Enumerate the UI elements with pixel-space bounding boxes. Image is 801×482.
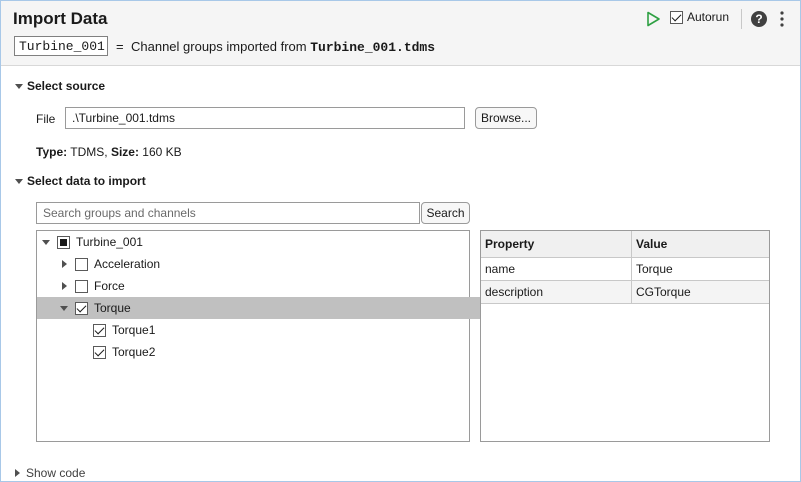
expand-down-icon[interactable] [59,305,69,311]
column-header-value[interactable]: Value [632,231,769,257]
type-value: TDMS, [70,145,108,159]
tree-node-label: Torque1 [112,323,156,337]
autorun-label: Autorun [687,10,730,24]
play-icon[interactable] [645,11,661,27]
table-cell: description [481,281,632,303]
tree-checkbox[interactable] [93,345,106,359]
output-description: Channel groups imported from Turbine_001… [131,39,435,55]
select-source-section-toggle[interactable]: Select source [15,79,105,93]
file-path-input[interactable]: .\Turbine_001.tdms [65,107,465,129]
table-row[interactable]: description CGTorque [481,281,769,304]
expand-down-icon[interactable] [41,239,51,245]
tree-node-torque[interactable]: Torque [37,297,491,319]
file-label: File [36,112,56,126]
select-data-label: Select data to import [27,174,146,188]
tree-checkbox[interactable] [75,257,88,271]
tree-node-acceleration[interactable]: Acceleration [37,253,491,275]
tree-checkbox[interactable] [57,235,70,249]
chevron-right-icon [15,469,20,477]
description-filename: Turbine_001.tdms [310,40,436,55]
table-cell: name [481,258,632,280]
expand-right-icon[interactable] [59,260,69,268]
select-data-section-toggle[interactable]: Select data to import [15,174,146,188]
table-cell: Torque [636,262,673,276]
import-data-panel: Import Data Turbine_001 = Channel groups… [0,0,801,482]
size-label: Size: [110,145,139,159]
output-variable-field[interactable]: Turbine_001 [14,36,108,56]
table-row[interactable]: name Torque [481,258,769,281]
chevron-down-icon [15,83,23,89]
tree-node-label: Turbine_001 [76,235,143,249]
tree-node-label: Force [94,279,125,293]
tree-node-label: Acceleration [94,257,161,271]
file-info: Type: TDMS, Size: 160 KB [36,145,182,159]
autorun-checkbox[interactable] [670,10,683,24]
table-header: Property Value [481,231,769,258]
type-label: Type: [36,145,68,159]
tree-node-torque1[interactable]: Torque1 [37,319,525,341]
browse-button[interactable]: Browse... [475,107,537,129]
tree-node-label: Torque2 [112,345,156,359]
tree-node-force[interactable]: Force [37,275,491,297]
more-vertical-icon[interactable] [779,9,785,29]
panel-header: Import Data Turbine_001 = Channel groups… [1,1,800,66]
show-code-label: Show code [26,466,86,480]
select-source-label: Select source [27,79,106,93]
size-value: 160 KB [142,145,182,159]
panel-title: Import Data [13,9,108,28]
channel-tree: Turbine_001 Acceleration Force Torque To… [36,230,491,442]
toolbar-divider [741,9,742,29]
table-cell: CGTorque [636,285,691,299]
column-header-property[interactable]: Property [481,231,632,257]
search-button[interactable]: Search [421,202,470,224]
tree-node-label: Torque [94,301,131,315]
expand-right-icon[interactable] [59,282,69,290]
description-prefix: Channel groups imported from [131,39,307,54]
equals-sign: = [116,39,124,54]
tree-checkbox[interactable] [93,323,106,337]
chevron-down-icon [15,178,23,184]
tree-checkbox[interactable] [75,279,88,293]
tree-node-turbine-001[interactable]: Turbine_001 [37,231,473,253]
help-icon[interactable]: ? [751,11,767,27]
tree-node-torque2[interactable]: Torque2 [37,341,525,363]
properties-table: Property Value name Torque description C… [480,230,770,442]
tree-checkbox[interactable] [75,301,88,315]
show-code-toggle[interactable]: Show code [15,466,85,480]
autorun-toggle[interactable]: Autorun [670,10,729,24]
search-input[interactable]: Search groups and channels [36,202,420,224]
